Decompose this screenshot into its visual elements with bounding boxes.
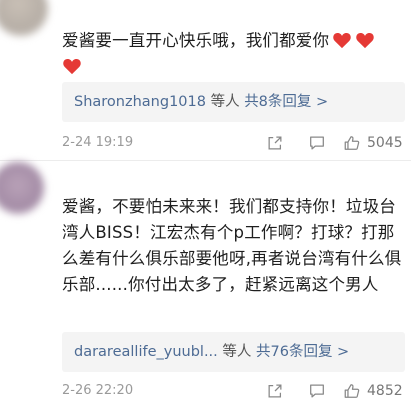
comment-body: 爱酱要一直开心快乐哦，我们都爱你 [62,31,330,50]
reply-separator: 等人 [205,94,245,110]
reply-summary[interactable]: darareallife_yuubl... 等人 共76条回复 > [62,332,405,372]
heart-icon [332,31,352,49]
like-count: 5045 [367,135,403,151]
comment-meta: 2-24 19:19 5045 [62,132,407,154]
reply-user-link[interactable]: darareallife_yuubl... [74,344,218,360]
share-icon[interactable] [265,133,285,153]
comment-body: 爱酱，不要怕未来来！我们都支持你！垃圾台湾人BISS！江宏杰有个p工作啊？打球？… [62,197,402,294]
share-icon[interactable] [265,381,285,401]
heart-icon [355,31,375,49]
reply-count-link[interactable]: 共8条回复 > [244,94,328,110]
avatar[interactable] [0,0,48,36]
comment-icon[interactable] [307,133,327,153]
divider [0,160,411,161]
avatar[interactable] [0,162,44,214]
comment-text: 爱酱，不要怕未来来！我们都支持你！垃圾台湾人BISS！江宏杰有个p工作啊？打球？… [62,194,402,298]
comment-icon[interactable] [307,381,327,401]
reply-summary[interactable]: Sharonzhang1018 等人 共8条回复 > [62,82,405,122]
reply-count-link[interactable]: 共76条回复 > [256,344,349,360]
heart-icon [62,57,82,75]
comment-date: 2-24 19:19 [62,135,134,150]
comment-date: 2-26 22:20 [62,383,134,398]
like-count: 4852 [367,383,403,399]
thumbs-up-icon[interactable] [342,381,362,401]
comment-text: 爱酱要一直开心快乐哦，我们都爱你 [62,28,402,80]
reply-user-link[interactable]: Sharonzhang1018 [74,94,206,110]
thumbs-up-icon[interactable] [342,133,362,153]
comment-meta: 2-26 22:20 4852 [62,380,407,402]
reply-separator: 等人 [217,344,256,360]
